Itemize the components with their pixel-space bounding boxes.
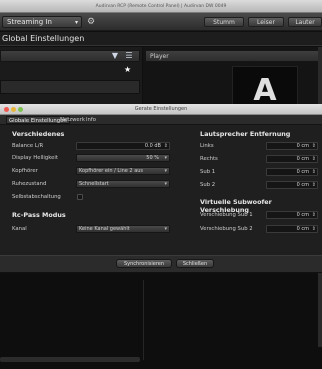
sub2-shift-stepper[interactable]: 0 cm ⇕ bbox=[266, 225, 318, 233]
stepper-arrows-icon[interactable]: ⇕ bbox=[312, 226, 316, 233]
section-title-speaker-distance: Lautsprecher Entfernung bbox=[200, 130, 291, 138]
stepper-arrows-icon[interactable]: ⇕ bbox=[312, 212, 316, 219]
stepper-arrows-icon[interactable]: ⇕ bbox=[164, 143, 168, 150]
chevron-down-icon: ▾ bbox=[164, 226, 167, 232]
dialog-title: Gerate Einstellungen bbox=[134, 106, 188, 112]
standby-value: Schnellstart bbox=[79, 181, 109, 187]
speaker-right-stepper[interactable]: 0 cm ⇕ bbox=[266, 155, 318, 163]
speaker-left-value: 0 cm bbox=[296, 143, 309, 149]
chevron-down-icon: ▾ bbox=[164, 155, 167, 161]
source-dropdown-label: Streaming In bbox=[7, 18, 52, 26]
balance-stepper[interactable]: 0.0 dB ⇕ bbox=[76, 142, 170, 150]
star-icon[interactable]: ★ bbox=[124, 65, 131, 74]
gear-icon[interactable]: ⚙ bbox=[85, 16, 97, 28]
section-title-rc-pass: Rc-Pass Modus bbox=[12, 211, 66, 219]
stepper-arrows-icon[interactable]: ⇕ bbox=[312, 169, 316, 176]
source-dropdown[interactable]: Streaming In ▾ bbox=[2, 16, 82, 28]
filter-icon[interactable]: ▼ bbox=[110, 51, 120, 61]
volume-up-button[interactable]: Lauter bbox=[288, 17, 322, 27]
close-window-icon[interactable] bbox=[4, 107, 9, 112]
chevron-down-icon: ▾ bbox=[74, 19, 78, 26]
channel-select[interactable]: Keine Kanal gewählt ▾ bbox=[76, 225, 170, 233]
sync-button[interactable]: Synchronisieren bbox=[116, 259, 172, 268]
sub2-shift-label: Verschiebung Sub 2 bbox=[200, 226, 253, 232]
sub1-shift-value: 0 cm bbox=[296, 212, 309, 218]
bottom-area bbox=[0, 274, 322, 369]
volume-down-button[interactable]: Leiser bbox=[248, 17, 284, 27]
auto-off-label: Selbstabschaltung bbox=[12, 194, 61, 200]
horizontal-scrollbar[interactable] bbox=[0, 357, 140, 362]
channel-value: Keine Kanal gewählt bbox=[79, 226, 130, 232]
player-panel-header: Player bbox=[145, 50, 322, 62]
section-title-verschiedenes: Verschiedenes bbox=[12, 130, 65, 138]
section-subtitle: Global Einstellungen bbox=[0, 32, 322, 46]
stepper-arrows-icon[interactable]: ⇕ bbox=[312, 143, 316, 150]
headphone-select[interactable]: Kopfhörer ein / Line 2 aus ▾ bbox=[76, 167, 170, 175]
chevron-down-icon: ▾ bbox=[164, 168, 167, 174]
sub2-shift-value: 0 cm bbox=[296, 226, 309, 232]
headphone-value: Kopfhörer ein / Line 2 aus bbox=[79, 168, 144, 174]
player-panel-title: Player bbox=[150, 53, 169, 60]
display-brightness-select[interactable]: 50 % ▾ bbox=[76, 154, 170, 162]
display-brightness-label: Display Helligkeit bbox=[12, 155, 58, 161]
channel-label: Kanal bbox=[12, 226, 27, 232]
mute-button[interactable]: Stumm bbox=[204, 17, 244, 27]
sub2-label: Sub 2 bbox=[200, 182, 216, 188]
sub1-shift-label: Verschiebung Sub 1 bbox=[200, 212, 253, 218]
speaker-right-value: 0 cm bbox=[296, 156, 309, 162]
balance-value: 0.0 dB bbox=[144, 143, 161, 149]
dialog-title-bar: Gerate Einstellungen bbox=[0, 104, 322, 115]
tab-netzwerk[interactable]: Netzwerk bbox=[58, 116, 87, 124]
sub1-stepper[interactable]: 0 cm ⇕ bbox=[266, 168, 318, 176]
left-panel-input[interactable] bbox=[0, 80, 140, 94]
auto-off-checkbox[interactable] bbox=[77, 194, 83, 200]
window-title-bar: Audirvan RCP (Remote Control Panel) | Au… bbox=[0, 0, 322, 13]
speaker-right-label: Rechts bbox=[200, 156, 218, 162]
sub2-value: 0 cm bbox=[296, 182, 309, 188]
album-art-letter: A bbox=[253, 73, 277, 108]
speaker-left-stepper[interactable]: 0 cm ⇕ bbox=[266, 142, 318, 150]
speaker-left-label: Links bbox=[200, 143, 214, 149]
chevron-down-icon: ▾ bbox=[164, 181, 167, 187]
zoom-window-icon[interactable] bbox=[18, 107, 23, 112]
close-button[interactable]: Schließen bbox=[176, 259, 214, 268]
bottom-divider bbox=[143, 280, 144, 360]
balance-label: Balance L/R bbox=[12, 143, 44, 149]
minimize-window-icon[interactable] bbox=[11, 107, 16, 112]
list-icon[interactable]: ☰ bbox=[124, 51, 134, 61]
sub1-shift-stepper[interactable]: 0 cm ⇕ bbox=[266, 211, 318, 219]
sub2-stepper[interactable]: 0 cm ⇕ bbox=[266, 181, 318, 189]
standby-label: Ruhezustand bbox=[12, 181, 47, 187]
window-title: Audirvan RCP (Remote Control Panel) | Au… bbox=[95, 4, 227, 9]
sub1-value: 0 cm bbox=[296, 169, 309, 175]
sub1-label: Sub 1 bbox=[200, 169, 216, 175]
stepper-arrows-icon[interactable]: ⇕ bbox=[312, 156, 316, 163]
display-brightness-value: 50 % bbox=[146, 155, 159, 161]
stepper-arrows-icon[interactable]: ⇕ bbox=[312, 182, 316, 189]
headphone-label: Kopfhörer bbox=[12, 168, 38, 174]
tab-info[interactable]: Info bbox=[84, 116, 98, 124]
standby-select[interactable]: Schnellstart ▾ bbox=[76, 180, 170, 188]
